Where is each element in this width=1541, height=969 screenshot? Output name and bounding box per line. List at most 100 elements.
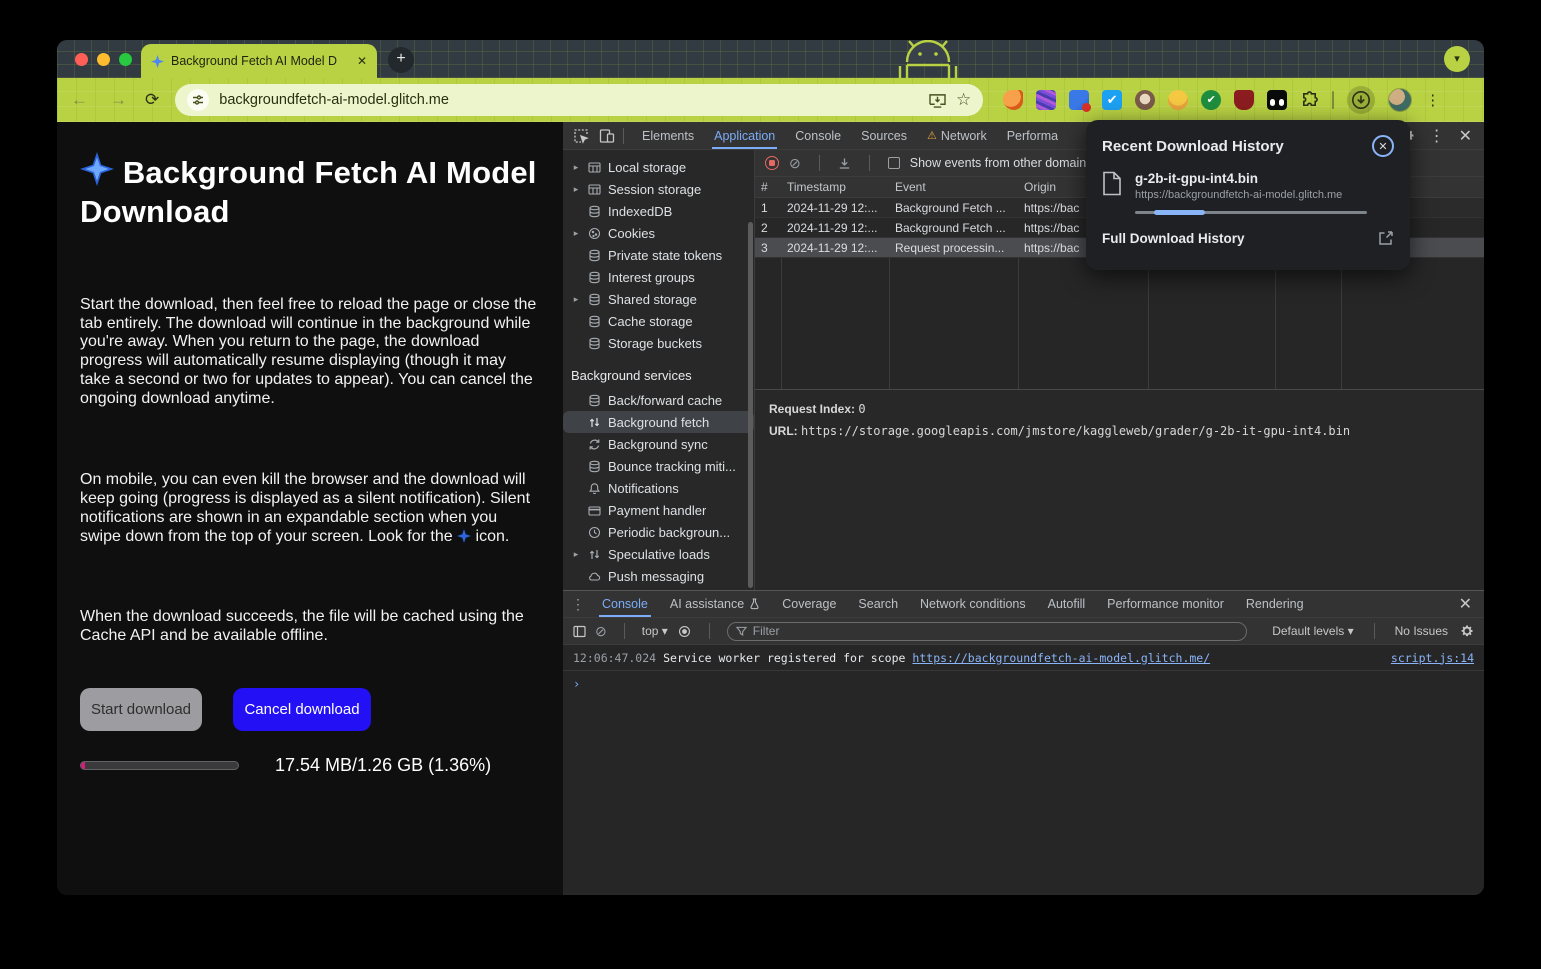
drawer-tab-console[interactable]: Console xyxy=(591,591,659,617)
inspect-element-icon[interactable] xyxy=(573,128,589,144)
zoom-window-button[interactable] xyxy=(119,53,132,66)
drawer-tab-autofill[interactable]: Autofill xyxy=(1037,591,1097,617)
extension-shield-icon[interactable] xyxy=(1234,90,1254,110)
extension-layers-icon[interactable] xyxy=(1036,90,1056,110)
profile-avatar[interactable] xyxy=(1388,88,1412,112)
devtools-close-icon[interactable]: ✕ xyxy=(1459,126,1472,146)
sidebar-item-cache-storage[interactable]: Cache storage xyxy=(563,310,754,332)
reload-icon[interactable]: ⟳ xyxy=(145,90,159,110)
clear-console-icon[interactable]: ⊘ xyxy=(595,623,607,640)
extension-check-icon[interactable]: ✔ xyxy=(1102,90,1122,110)
browser-tab[interactable]: Background Fetch AI Model D ✕ xyxy=(141,44,377,78)
request-index-label: Request Index: xyxy=(769,402,855,416)
record-stop-icon[interactable] xyxy=(765,156,779,170)
download-item[interactable]: g-2b-it-gpu-int4.bin https://backgroundf… xyxy=(1102,171,1394,214)
sidebar-item-private-state-tokens[interactable]: Private state tokens xyxy=(563,244,754,266)
console-sidebar-toggle-icon[interactable] xyxy=(573,625,586,638)
drawer-tab-ai-assistance[interactable]: AI assistance xyxy=(659,591,771,617)
drawer-tab-performance-monitor[interactable]: Performance monitor xyxy=(1096,591,1235,617)
sidebar-item-background-sync[interactable]: Background sync xyxy=(563,433,754,455)
sidebar-item-session-storage[interactable]: ▸Session storage xyxy=(563,178,754,200)
sidebar-item-periodic-background-sync[interactable]: Periodic backgroun... xyxy=(563,521,754,543)
drawer-tab-coverage[interactable]: Coverage xyxy=(771,591,847,617)
sidebar-item-speculative-loads[interactable]: ▸Speculative loads xyxy=(563,543,754,565)
clear-events-icon[interactable]: ⊘ xyxy=(789,155,801,172)
tab-strip: Background Fetch AI Model D ✕ + ▾ xyxy=(57,40,1484,78)
popup-close-icon[interactable]: ✕ xyxy=(1372,135,1394,157)
console-settings-gear-icon[interactable] xyxy=(1460,624,1474,638)
drawer-menu-kebab-icon[interactable]: ⋮ xyxy=(571,596,585,613)
log-scope-link[interactable]: https://backgroundfetch-ai-model.glitch.… xyxy=(912,651,1210,665)
sidebar-item-bounce-tracking[interactable]: Bounce tracking miti... xyxy=(563,455,754,477)
sidebar-item-indexeddb[interactable]: IndexedDB xyxy=(563,200,754,222)
back-icon[interactable]: ← xyxy=(71,90,88,110)
sidebar-item-back-forward-cache[interactable]: Back/forward cache xyxy=(563,389,754,411)
minimize-window-button[interactable] xyxy=(97,53,110,66)
drawer-close-icon[interactable]: ✕ xyxy=(1459,594,1484,614)
browser-menu-icon[interactable]: ⋮ xyxy=(1425,91,1441,109)
sidebar-item-push-messaging[interactable]: Push messaging xyxy=(563,565,754,587)
extensions-puzzle-icon[interactable] xyxy=(1300,91,1319,110)
sidebar-item-notifications[interactable]: Notifications xyxy=(563,477,754,499)
external-link-icon[interactable] xyxy=(1378,230,1394,246)
tab-sources[interactable]: Sources xyxy=(851,122,917,149)
popup-title: Recent Download History xyxy=(1102,138,1284,155)
drawer-tab-network-conditions[interactable]: Network conditions xyxy=(909,591,1037,617)
tab-elements[interactable]: Elements xyxy=(632,122,704,149)
full-download-history-link[interactable]: Full Download History xyxy=(1102,231,1245,246)
save-events-icon[interactable] xyxy=(838,157,851,170)
browser-toolbar: ← → ⟳ backgroundfetch-ai-model.glitch.me… xyxy=(57,78,1484,122)
show-events-checkbox-label[interactable]: Show events from other domains xyxy=(910,156,1093,170)
tab-performance[interactable]: Performa xyxy=(997,122,1068,149)
log-levels-dropdown[interactable]: Default levels ▾ xyxy=(1272,624,1353,638)
close-window-button[interactable] xyxy=(75,53,88,66)
sidebar-item-cookies[interactable]: ▸Cookies xyxy=(563,222,754,244)
console-prompt-chevron[interactable]: › xyxy=(563,671,1484,691)
sidebar-item-local-storage[interactable]: ▸Local storage xyxy=(563,156,754,178)
sidebar-item-storage-buckets[interactable]: Storage buckets xyxy=(563,332,754,354)
sidebar-scrollbar[interactable] xyxy=(748,222,753,588)
extension-key-icon[interactable] xyxy=(1069,90,1089,110)
console-filter-input[interactable]: Filter xyxy=(727,622,1247,641)
sidebar-item-shared-storage[interactable]: ▸Shared storage xyxy=(563,288,754,310)
drawer-tab-search[interactable]: Search xyxy=(847,591,909,617)
new-tab-button[interactable]: + xyxy=(388,47,414,73)
site-settings-tune-icon[interactable] xyxy=(187,89,209,111)
install-page-icon[interactable] xyxy=(929,93,946,108)
download-progress-label: 17.54 MB/1.26 GB (1.36%) xyxy=(275,755,491,776)
extension-fox-icon[interactable] xyxy=(1003,90,1023,110)
tab-network[interactable]: ⚠Network xyxy=(917,122,997,149)
bookmark-star-icon[interactable]: ☆ xyxy=(956,90,971,110)
traffic-lights xyxy=(75,53,132,66)
sidebar-item-payment-handler[interactable]: Payment handler xyxy=(563,499,754,521)
inline-sparkle-icon xyxy=(457,529,471,543)
tab-application[interactable]: Application xyxy=(704,122,785,149)
url-text[interactable]: backgroundfetch-ai-model.glitch.me xyxy=(219,92,919,108)
web-page: Background Fetch AI Model Download Start… xyxy=(57,122,563,895)
issues-counter[interactable]: No Issues xyxy=(1395,624,1448,638)
address-bar[interactable]: backgroundfetch-ai-model.glitch.me ☆ xyxy=(175,84,983,116)
sidebar-item-interest-groups[interactable]: Interest groups xyxy=(563,266,754,288)
log-source-link[interactable]: script.js:14 xyxy=(1391,651,1474,665)
funnel-icon xyxy=(736,626,747,637)
console-drawer: ⋮ Console AI assistance Coverage Search … xyxy=(563,590,1484,893)
devtools-menu-kebab-icon[interactable]: ⋮ xyxy=(1429,126,1445,146)
downloads-button[interactable] xyxy=(1347,86,1375,114)
forward-icon[interactable]: → xyxy=(110,90,127,110)
console-message: 12:06:47.024 Service worker registered f… xyxy=(563,645,1484,671)
show-events-checkbox[interactable] xyxy=(888,157,900,169)
extension-green-check-icon[interactable]: ✔ xyxy=(1201,90,1221,110)
device-toolbar-icon[interactable] xyxy=(599,128,615,144)
start-download-button[interactable]: Start download xyxy=(80,688,202,731)
tab-console[interactable]: Console xyxy=(785,122,851,149)
drawer-tab-rendering[interactable]: Rendering xyxy=(1235,591,1315,617)
tab-search-button[interactable]: ▾ xyxy=(1444,46,1470,72)
cancel-download-button[interactable]: Cancel download xyxy=(233,688,371,731)
tab-close-icon[interactable]: ✕ xyxy=(357,54,367,68)
extension-worker-icon[interactable] xyxy=(1168,90,1188,110)
sidebar-item-background-fetch[interactable]: Background fetch xyxy=(563,411,754,433)
extension-monkey-icon[interactable] xyxy=(1135,90,1155,110)
context-selector[interactable]: top ▾ xyxy=(642,624,668,638)
extension-eyes-icon[interactable] xyxy=(1267,90,1287,110)
live-expression-eye-icon[interactable] xyxy=(677,625,692,638)
